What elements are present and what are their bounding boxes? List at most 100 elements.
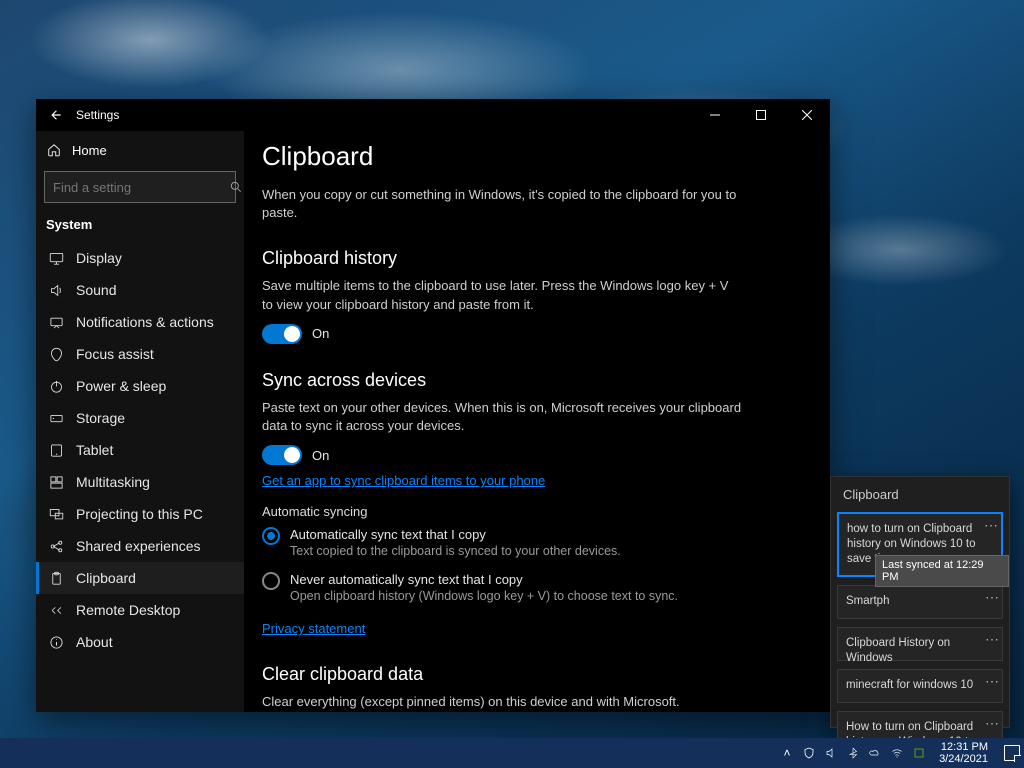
sidebar-item-power[interactable]: Power & sleep <box>36 370 244 402</box>
notifications-icon <box>48 314 64 330</box>
sidebar-item-label: Focus assist <box>76 346 154 362</box>
display-icon <box>48 250 64 266</box>
taskbar: ˄ 12:31 PM 3/24/2021 <box>0 738 1024 768</box>
sidebar-item-label: Shared experiences <box>76 538 201 554</box>
more-icon[interactable]: ⋯ <box>985 588 1000 606</box>
sync-desc: Paste text on your other devices. When t… <box>262 399 742 435</box>
sidebar-group-header: System <box>36 211 244 242</box>
radio-title: Never automatically sync text that I cop… <box>290 572 678 587</box>
radio-sub: Open clipboard history (Windows logo key… <box>290 589 678 603</box>
more-icon[interactable]: ⋯ <box>985 630 1000 648</box>
sidebar-item-remote-desktop[interactable]: Remote Desktop <box>36 594 244 626</box>
system-tray: ˄ 12:31 PM 3/24/2021 <box>779 741 1020 765</box>
sidebar-item-label: Multitasking <box>76 474 150 490</box>
focus-assist-icon <box>48 346 64 362</box>
action-center-icon[interactable] <box>1004 745 1020 761</box>
sidebar-item-label: Sound <box>76 282 116 298</box>
home-label: Home <box>72 143 107 158</box>
sidebar-item-projecting[interactable]: Projecting to this PC <box>36 498 244 530</box>
projecting-icon <box>48 506 64 522</box>
radio-sub: Text copied to the clipboard is synced t… <box>290 544 621 558</box>
multitasking-icon <box>48 474 64 490</box>
search-icon <box>229 180 243 194</box>
tray-app-icon[interactable] <box>911 745 927 761</box>
page-content: Clipboard When you copy or cut something… <box>244 131 830 712</box>
sidebar-item-label: Power & sleep <box>76 378 166 394</box>
sidebar-item-label: Remote Desktop <box>76 602 180 618</box>
tray-shield-icon[interactable] <box>801 745 817 761</box>
tray-wifi-icon[interactable] <box>889 745 905 761</box>
storage-icon <box>48 410 64 426</box>
clipboard-item[interactable]: ⋯ Clipboard History on Windows <box>837 627 1003 661</box>
clipboard-item-text: Clipboard History on Windows <box>846 637 950 664</box>
sync-get-app-link[interactable]: Get an app to sync clipboard items to yo… <box>262 473 545 488</box>
clear-desc: Clear everything (except pinned items) o… <box>262 693 742 711</box>
maximize-icon <box>756 110 766 120</box>
radio-icon <box>262 527 280 545</box>
settings-body: Home System Display Sound Notifications … <box>36 131 830 712</box>
history-toggle[interactable] <box>262 324 302 344</box>
close-icon <box>802 110 812 120</box>
titlebar: Settings <box>36 99 830 131</box>
sidebar-item-notifications[interactable]: Notifications & actions <box>36 306 244 338</box>
sync-tooltip: Last synced at 12:29 PM <box>875 555 1009 587</box>
auto-sync-option-1[interactable]: Automatically sync text that I copy Text… <box>262 527 802 558</box>
close-button[interactable] <box>784 101 830 129</box>
sidebar-item-label: Tablet <box>76 442 113 458</box>
sidebar-item-multitasking[interactable]: Multitasking <box>36 466 244 498</box>
sidebar-item-tablet[interactable]: Tablet <box>36 434 244 466</box>
window-controls <box>692 101 830 129</box>
sync-toggle-label: On <box>312 448 329 463</box>
minimize-icon <box>710 110 720 120</box>
clipboard-item[interactable]: ⋯ minecraft for windows 10 <box>837 669 1003 703</box>
more-icon[interactable]: ⋯ <box>985 714 1000 732</box>
clipboard-icon <box>48 570 64 586</box>
page-title: Clipboard <box>262 141 802 172</box>
tray-bluetooth-icon[interactable] <box>845 745 861 761</box>
sidebar-item-shared-experiences[interactable]: Shared experiences <box>36 530 244 562</box>
sidebar-item-label: Notifications & actions <box>76 314 214 330</box>
sidebar-item-sound[interactable]: Sound <box>36 274 244 306</box>
radio-icon <box>262 572 280 590</box>
clipboard-item[interactable]: ⋯ Smartph <box>837 585 1003 619</box>
minimize-button[interactable] <box>692 101 738 129</box>
clear-heading: Clear clipboard data <box>262 664 802 685</box>
about-icon <box>48 634 64 650</box>
more-icon[interactable]: ⋯ <box>985 672 1000 690</box>
clock-date: 3/24/2021 <box>939 753 988 765</box>
maximize-button[interactable] <box>738 101 784 129</box>
search-input[interactable] <box>53 180 229 195</box>
clock-time: 12:31 PM <box>939 741 988 753</box>
sidebar-item-storage[interactable]: Storage <box>36 402 244 434</box>
taskbar-clock[interactable]: 12:31 PM 3/24/2021 <box>933 741 994 765</box>
more-icon[interactable]: ⋯ <box>984 516 999 534</box>
sidebar-item-label: About <box>76 634 113 650</box>
auto-sync-label: Automatic syncing <box>262 504 802 519</box>
sidebar-item-focus-assist[interactable]: Focus assist <box>36 338 244 370</box>
flyout-title: Clipboard <box>831 483 1009 512</box>
auto-sync-option-2[interactable]: Never automatically sync text that I cop… <box>262 572 802 603</box>
sync-heading: Sync across devices <box>262 370 802 391</box>
arrow-left-icon <box>49 108 63 122</box>
tray-volume-icon[interactable] <box>823 745 839 761</box>
radio-title: Automatically sync text that I copy <box>290 527 621 542</box>
settings-window: Settings Home <box>36 99 830 712</box>
sound-icon <box>48 282 64 298</box>
sidebar-item-clipboard[interactable]: Clipboard <box>36 562 244 594</box>
tablet-icon <box>48 442 64 458</box>
sidebar-item-label: Display <box>76 250 122 266</box>
home-row[interactable]: Home <box>36 131 244 169</box>
sidebar-item-display[interactable]: Display <box>36 242 244 274</box>
sidebar-item-about[interactable]: About <box>36 626 244 658</box>
sync-toggle[interactable] <box>262 445 302 465</box>
back-button[interactable] <box>36 99 76 131</box>
search-box[interactable] <box>44 171 236 203</box>
privacy-link[interactable]: Privacy statement <box>262 621 365 636</box>
sidebar-item-label: Storage <box>76 410 125 426</box>
sidebar-item-label: Projecting to this PC <box>76 506 203 522</box>
tray-chevron-icon[interactable]: ˄ <box>779 745 795 761</box>
history-heading: Clipboard history <box>262 248 802 269</box>
remote-desktop-icon <box>48 602 64 618</box>
tray-onedrive-icon[interactable] <box>867 745 883 761</box>
home-icon <box>46 142 62 158</box>
